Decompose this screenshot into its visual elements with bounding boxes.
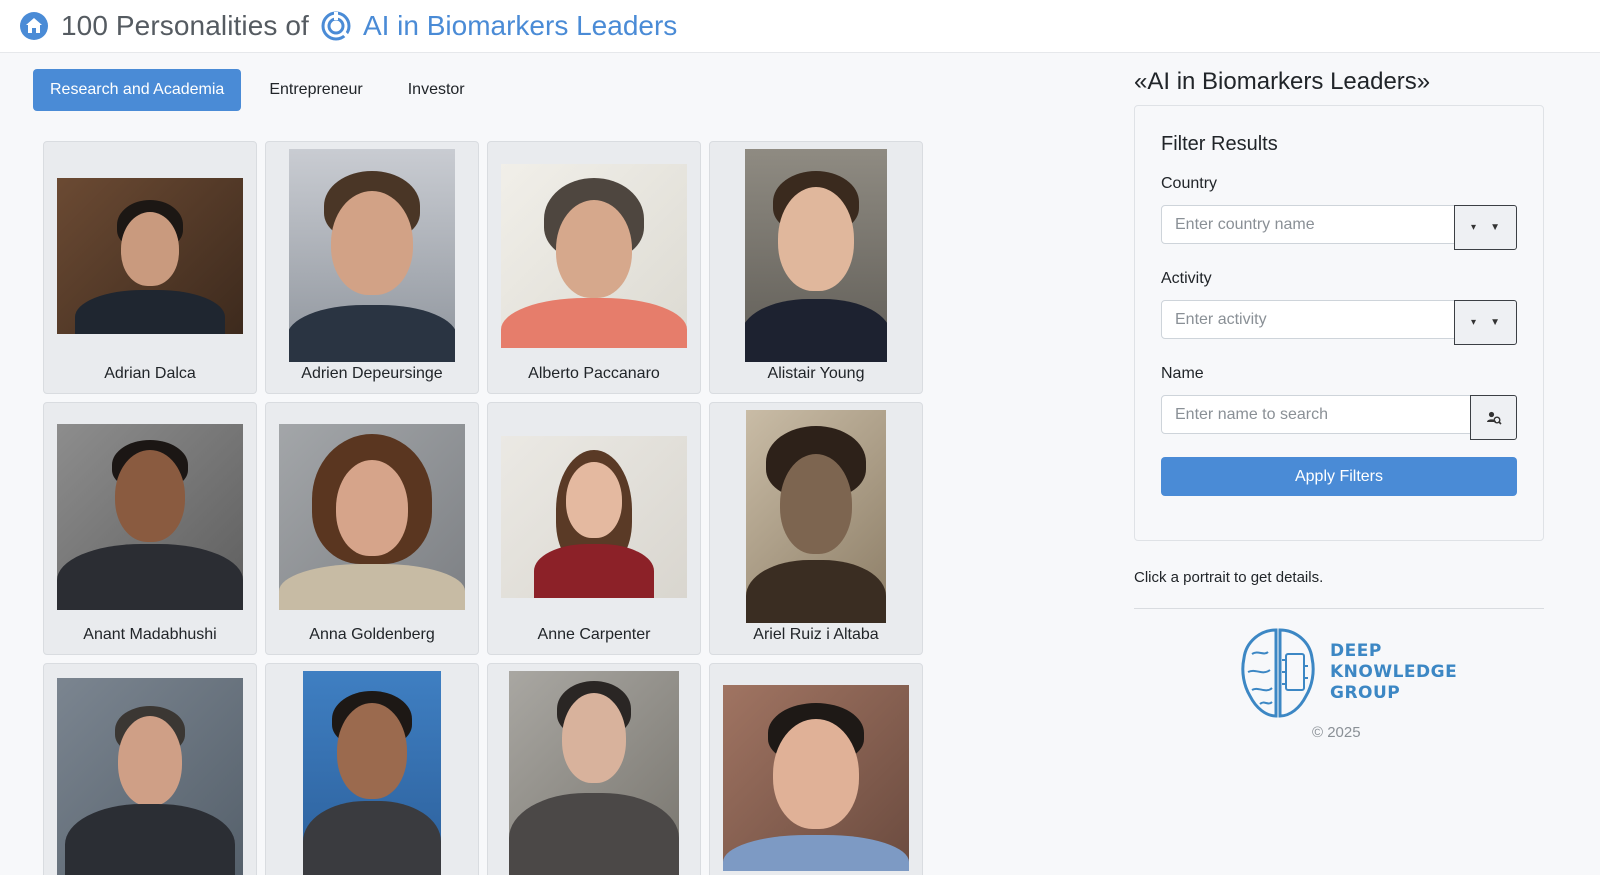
country-dropdown-button[interactable]: ▾ ▼	[1454, 205, 1517, 250]
portrait	[746, 410, 886, 623]
person-card[interactable]	[265, 663, 479, 875]
chevron-down-icon: ▾	[1471, 222, 1477, 233]
person-name: Anne Carpenter	[537, 626, 651, 643]
page-title-prefix: 100 Personalities of	[61, 10, 309, 41]
person-card[interactable]: Ariel Ruiz i Altaba	[709, 402, 923, 655]
chevron-down-icon: ▾	[1471, 317, 1477, 328]
person-name: Adrian Dalca	[104, 365, 196, 382]
person-card[interactable]	[709, 663, 923, 875]
logo-line: KNOWLEDGE	[1330, 661, 1458, 682]
filter-panel: Filter Results Country Enter country nam…	[1134, 105, 1544, 541]
person-card[interactable]	[43, 663, 257, 875]
country-input[interactable]: Enter country name	[1161, 205, 1455, 244]
portrait	[57, 671, 243, 875]
activity-dropdown-button[interactable]: ▾ ▼	[1454, 300, 1517, 345]
category-tabs: Research and Academia Entrepreneur Inves…	[33, 69, 493, 111]
tab-research-and-academia[interactable]: Research and Academia	[33, 69, 242, 111]
caret-down-icon: ▼	[1490, 317, 1500, 328]
home-icon[interactable]	[19, 11, 49, 41]
logo-line: GROUP	[1330, 682, 1401, 703]
person-name: Anant Madabhushi	[83, 626, 217, 643]
person-name: Alberto Paccanaro	[528, 365, 660, 382]
filter-title: Filter Results	[1161, 133, 1278, 155]
brain-icon	[1241, 628, 1315, 718]
tab-investor[interactable]: Investor	[391, 69, 482, 111]
person-name: Alistair Young	[767, 365, 865, 382]
person-card[interactable]: Anne Carpenter	[487, 402, 701, 655]
person-card[interactable]: Alistair Young	[709, 141, 923, 394]
sidebar-title: «AI in Biomarkers Leaders»	[1134, 68, 1431, 95]
portrait	[303, 671, 441, 875]
portrait-grid: Adrian Dalca Adrien Depeursinge Alberto …	[43, 141, 923, 875]
page-title-brand[interactable]: AI in Biomarkers Leaders	[363, 10, 677, 42]
copyright-text: © 2025	[1312, 724, 1361, 741]
name-search-input[interactable]: Enter name to search	[1161, 395, 1471, 434]
portrait	[57, 149, 243, 362]
name-label: Name	[1161, 365, 1204, 382]
portrait	[723, 671, 909, 875]
portrait	[745, 149, 887, 362]
country-label: Country	[1161, 175, 1218, 192]
person-card[interactable]: Anant Madabhushi	[43, 402, 257, 655]
deep-knowledge-group-logo[interactable]: DEEP KNOWLEDGE GROUP	[1238, 624, 1457, 720]
person-name: Adrien Depeursinge	[301, 365, 443, 382]
caret-down-icon: ▼	[1490, 222, 1500, 233]
hint-text: Click a portrait to get details.	[1134, 569, 1324, 586]
person-name: Ariel Ruiz i Altaba	[753, 626, 879, 643]
person-card[interactable]: Adrien Depeursinge	[265, 141, 479, 394]
name-search-button[interactable]	[1470, 395, 1517, 440]
logo-line: DEEP	[1330, 640, 1382, 661]
person-card[interactable]	[487, 663, 701, 875]
portrait	[289, 149, 455, 362]
divider	[1134, 608, 1544, 609]
brand-logo-icon	[321, 11, 351, 41]
activity-label: Activity	[1161, 270, 1212, 287]
person-search-icon	[1486, 411, 1502, 425]
portrait	[279, 410, 465, 623]
logo-text: DEEP KNOWLEDGE GROUP	[1330, 641, 1457, 704]
person-name: Anna Goldenberg	[309, 626, 435, 643]
portrait	[501, 410, 687, 623]
tab-entrepreneur[interactable]: Entrepreneur	[252, 69, 379, 111]
portrait	[509, 671, 679, 875]
person-card[interactable]: Adrian Dalca	[43, 141, 257, 394]
person-card[interactable]: Anna Goldenberg	[265, 402, 479, 655]
portrait	[501, 149, 687, 362]
apply-filters-button[interactable]: Apply Filters	[1161, 457, 1517, 496]
top-bar: 100 Personalities of AI in Biomarkers Le…	[0, 0, 1600, 53]
portrait	[57, 410, 243, 623]
person-card[interactable]: Alberto Paccanaro	[487, 141, 701, 394]
activity-input[interactable]: Enter activity	[1161, 300, 1455, 339]
